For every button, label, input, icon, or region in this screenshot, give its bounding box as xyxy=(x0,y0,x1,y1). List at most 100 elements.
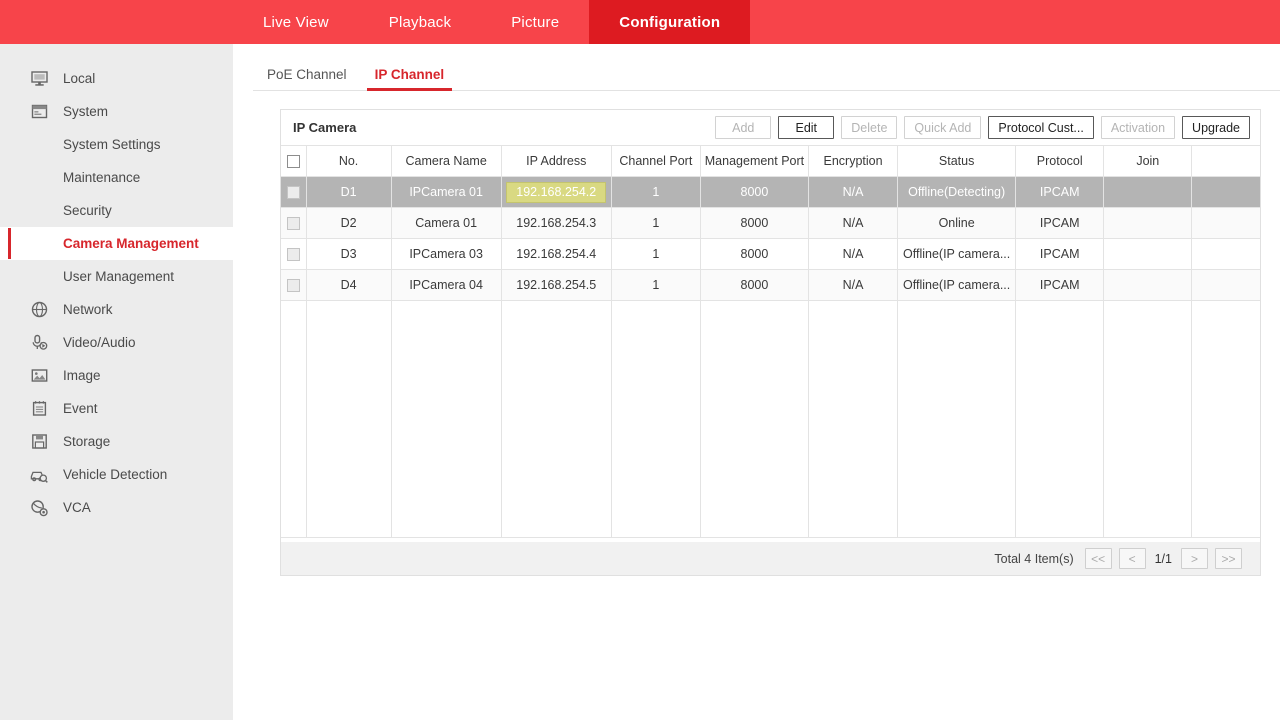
window-icon xyxy=(28,101,50,123)
nav-tab-picture[interactable]: Picture xyxy=(481,0,589,44)
cell-management-port: 8000 xyxy=(700,238,810,270)
empty-cell xyxy=(391,300,502,538)
cell-extra xyxy=(1191,238,1260,270)
table-row[interactable]: D4 IPCamera 04 192.168.254.5 1 8000 N/A … xyxy=(281,269,1260,301)
empty-cell xyxy=(897,300,1017,538)
pagination-bar: Total 4 Item(s) << < 1/1 > >> xyxy=(281,542,1260,575)
row-checkbox[interactable] xyxy=(286,248,300,262)
last-page-button[interactable]: >> xyxy=(1215,548,1242,569)
table-row[interactable]: D2 Camera 01 192.168.254.3 1 8000 N/A On… xyxy=(281,207,1260,239)
panel-toolbar: IP Camera Add Edit Delete Quick Add Prot… xyxy=(281,110,1260,145)
sidebar-item-video-audio[interactable]: Video/Audio xyxy=(0,326,233,359)
table-empty-space xyxy=(281,300,1260,538)
tab-ip-channel[interactable]: IP Channel xyxy=(361,67,459,91)
sidebar-item-storage[interactable]: Storage xyxy=(0,425,233,458)
sidebar-item-system[interactable]: System xyxy=(0,95,233,128)
ip-camera-panel: IP Camera Add Edit Delete Quick Add Prot… xyxy=(280,109,1261,576)
sidebar-item-vca[interactable]: VCA xyxy=(0,491,233,524)
empty-cell xyxy=(306,300,392,538)
cell-camera-name: IPCamera 01 xyxy=(391,176,502,208)
table-header-row: No. Camera Name IP Address Channel Port … xyxy=(281,145,1260,177)
sidebar-item-maintenance[interactable]: Maintenance xyxy=(0,161,233,194)
column-header-protocol[interactable]: Protocol xyxy=(1015,145,1105,177)
table-row[interactable]: D1 IPCamera 01 192.168.254.2 1 8000 N/A … xyxy=(281,176,1260,208)
cell-ip-address: 192.168.254.5 xyxy=(501,269,612,301)
cell-channel-port: 1 xyxy=(611,269,701,301)
column-header-extra xyxy=(1191,145,1260,177)
cell-encryption: N/A xyxy=(808,207,899,239)
cell-camera-name: IPCamera 03 xyxy=(391,238,502,270)
empty-cell xyxy=(501,300,612,538)
cell-join xyxy=(1103,269,1193,301)
globe-icon xyxy=(28,299,50,321)
select-all-header xyxy=(281,145,307,177)
first-page-button[interactable]: << xyxy=(1084,548,1112,569)
sidebar-item-local[interactable]: Local xyxy=(0,62,233,95)
nav-tab-configuration[interactable]: Configuration xyxy=(589,0,751,44)
sidebar-item-system-settings[interactable]: System Settings xyxy=(0,128,233,161)
empty-cell xyxy=(1015,300,1105,538)
sidebar-item-label: Camera Management xyxy=(63,236,199,251)
column-header-ip-address[interactable]: IP Address xyxy=(501,145,612,177)
edit-button[interactable]: Edit xyxy=(778,116,835,139)
row-select-cell xyxy=(281,238,307,270)
cell-no: D1 xyxy=(306,176,392,208)
row-checkbox[interactable] xyxy=(286,186,300,200)
nav-tab-playback[interactable]: Playback xyxy=(359,0,481,44)
column-header-encryption[interactable]: Encryption xyxy=(808,145,899,177)
sidebar-item-label: Security xyxy=(63,203,112,218)
cell-camera-name: Camera 01 xyxy=(391,207,502,239)
sidebar-item-label: Local xyxy=(63,71,96,86)
cell-protocol: IPCAM xyxy=(1015,269,1105,301)
ip-address-highlight: 192.168.254.2 xyxy=(506,181,607,203)
quick-add-button[interactable]: Quick Add xyxy=(904,116,982,139)
activation-button[interactable]: Activation xyxy=(1100,116,1176,139)
add-button[interactable]: Add xyxy=(715,116,772,139)
delete-button[interactable]: Delete xyxy=(841,116,898,139)
cell-management-port: 8000 xyxy=(700,207,810,239)
previous-page-button[interactable]: < xyxy=(1118,548,1146,569)
column-header-camera-name[interactable]: Camera Name xyxy=(391,145,502,177)
upgrade-button[interactable]: Upgrade xyxy=(1182,116,1250,139)
tab-poe-channel[interactable]: PoE Channel xyxy=(253,67,361,90)
table-body: D1 IPCamera 01 192.168.254.2 1 8000 N/A … xyxy=(281,176,1260,538)
sidebar-item-network[interactable]: Network xyxy=(0,293,233,326)
sidebar-item-user-management[interactable]: User Management xyxy=(0,260,233,293)
sidebar-item-camera-management[interactable]: Camera Management xyxy=(0,227,233,260)
cell-no: D2 xyxy=(306,207,392,239)
monitor-icon xyxy=(28,68,50,90)
column-header-channel-port[interactable]: Channel Port xyxy=(611,145,701,177)
cell-protocol: IPCAM xyxy=(1015,207,1105,239)
sidebar-item-label: VCA xyxy=(63,500,91,515)
row-select-cell xyxy=(281,176,307,208)
total-items-label: Total 4 Item(s) xyxy=(994,551,1074,566)
top-navigation-bar: Live View Playback Picture Configuration xyxy=(0,0,1280,44)
row-checkbox[interactable] xyxy=(286,217,300,231)
cell-ip-address: 192.168.254.3 xyxy=(501,207,612,239)
app-root: Live View Playback Picture Configuration… xyxy=(0,0,1280,720)
select-all-checkbox[interactable] xyxy=(286,155,300,169)
sidebar-item-event[interactable]: Event xyxy=(0,392,233,425)
cell-ip-address: 192.168.254.4 xyxy=(501,238,612,270)
sidebar-item-label: Network xyxy=(63,302,113,317)
empty-cell xyxy=(700,300,810,538)
column-header-join[interactable]: Join xyxy=(1103,145,1193,177)
protocol-customization-button[interactable]: Protocol Cust... xyxy=(988,116,1094,139)
sidebar-item-label: Vehicle Detection xyxy=(63,467,168,482)
empty-cell xyxy=(611,300,701,538)
row-checkbox[interactable] xyxy=(286,279,300,293)
column-header-management-port[interactable]: Management Port xyxy=(700,145,810,177)
column-header-status[interactable]: Status xyxy=(897,145,1017,177)
cell-channel-port: 1 xyxy=(611,207,701,239)
table-row[interactable]: D3 IPCamera 03 192.168.254.4 1 8000 N/A … xyxy=(281,238,1260,270)
next-page-button[interactable]: > xyxy=(1181,548,1208,569)
picture-icon xyxy=(28,365,50,387)
panel-title: IP Camera xyxy=(293,120,357,135)
nav-tab-live-view[interactable]: Live View xyxy=(233,0,359,44)
column-header-no[interactable]: No. xyxy=(306,145,392,177)
sidebar-item-image[interactable]: Image xyxy=(0,359,233,392)
main-content: PoE Channel IP Channel IP Camera Add Edi… xyxy=(233,44,1280,720)
sidebar-item-security[interactable]: Security xyxy=(0,194,233,227)
empty-cell xyxy=(281,300,307,538)
sidebar-item-vehicle-detection[interactable]: Vehicle Detection xyxy=(0,458,233,491)
